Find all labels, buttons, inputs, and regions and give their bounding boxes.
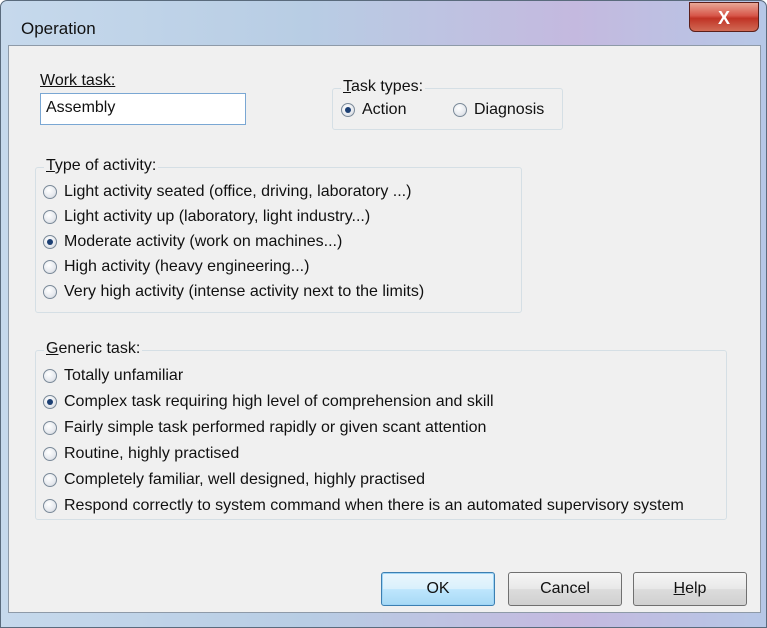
generic-task-label: Generic task:	[44, 340, 143, 358]
help-button-label: Help	[673, 580, 707, 597]
title-bar[interactable]: Operation X	[1, 1, 766, 45]
radio-generic-complex[interactable]: Complex task requiring high level of com…	[43, 391, 494, 413]
radio-activity-light-seated[interactable]: Light activity seated (office, driving, …	[43, 181, 411, 203]
type-of-activity-label: Type of activity:	[44, 157, 159, 175]
close-button[interactable]: X	[689, 2, 759, 32]
radio-activity-moderate[interactable]: Moderate activity (work on machines...)	[43, 231, 342, 253]
radio-indicator	[43, 210, 57, 224]
radio-label: Fairly simple task performed rapidly or …	[64, 419, 487, 436]
radio-label: Completely familiar, well designed, high…	[64, 471, 426, 488]
radio-indicator	[43, 395, 57, 409]
radio-activity-high[interactable]: High activity (heavy engineering...)	[43, 256, 309, 278]
operation-dialog: Operation X Work task: Assembly Task typ…	[0, 0, 767, 628]
radio-indicator	[43, 235, 57, 249]
radio-action-label: Action	[362, 101, 407, 118]
dialog-body: Work task: Assembly Task types: Action D…	[8, 45, 761, 613]
work-task-input[interactable]: Assembly	[40, 93, 246, 125]
radio-label: Totally unfamiliar	[64, 367, 184, 384]
radio-indicator	[43, 473, 57, 487]
cancel-button[interactable]: Cancel	[508, 572, 622, 606]
radio-indicator	[43, 185, 57, 199]
radio-label: Complex task requiring high level of com…	[64, 393, 494, 410]
radio-activity-very-high[interactable]: Very high activity (intense activity nex…	[43, 281, 424, 303]
task-types-group: Task types: Action Diagnosis	[332, 78, 563, 130]
radio-label: Very high activity (intense activity nex…	[64, 283, 425, 300]
window-title: Operation	[21, 19, 96, 38]
radio-action-indicator	[341, 103, 355, 117]
radio-label: High activity (heavy engineering...)	[64, 258, 310, 275]
radio-label: Light activity seated (office, driving, …	[64, 183, 412, 200]
ok-button[interactable]: OK	[381, 572, 495, 606]
radio-indicator	[43, 369, 57, 383]
radio-diagnosis-label: Diagnosis	[474, 101, 545, 118]
ok-button-label: OK	[426, 580, 450, 597]
radio-indicator	[43, 499, 57, 513]
radio-activity-light-up[interactable]: Light activity up (laboratory, light ind…	[43, 206, 370, 228]
cancel-button-label: Cancel	[540, 580, 590, 597]
radio-generic-respond-correctly[interactable]: Respond correctly to system command when…	[43, 495, 684, 517]
radio-generic-totally-unfamiliar[interactable]: Totally unfamiliar	[43, 365, 183, 387]
radio-label: Light activity up (laboratory, light ind…	[64, 208, 371, 225]
task-types-label: Task types:	[341, 78, 426, 96]
radio-label: Respond correctly to system command when…	[64, 497, 684, 514]
radio-diagnosis[interactable]: Diagnosis	[453, 99, 544, 121]
radio-label: Routine, highly practised	[64, 445, 240, 462]
radio-indicator	[43, 260, 57, 274]
generic-task-group: Generic task: Totally unfamiliar Complex…	[35, 340, 727, 520]
radio-action[interactable]: Action	[341, 99, 406, 121]
radio-diagnosis-indicator	[453, 103, 467, 117]
close-icon: X	[717, 8, 730, 28]
radio-indicator	[43, 447, 57, 461]
radio-generic-completely-familiar[interactable]: Completely familiar, well designed, high…	[43, 469, 425, 491]
help-button[interactable]: Help	[633, 572, 747, 606]
radio-indicator	[43, 285, 57, 299]
radio-generic-fairly-simple[interactable]: Fairly simple task performed rapidly or …	[43, 417, 486, 439]
radio-label: Moderate activity (work on machines...)	[64, 233, 343, 250]
work-task-label: Work task:	[40, 72, 116, 89]
radio-indicator	[43, 421, 57, 435]
radio-generic-routine[interactable]: Routine, highly practised	[43, 443, 239, 465]
type-of-activity-group: Type of activity: Light activity seated …	[35, 157, 522, 313]
